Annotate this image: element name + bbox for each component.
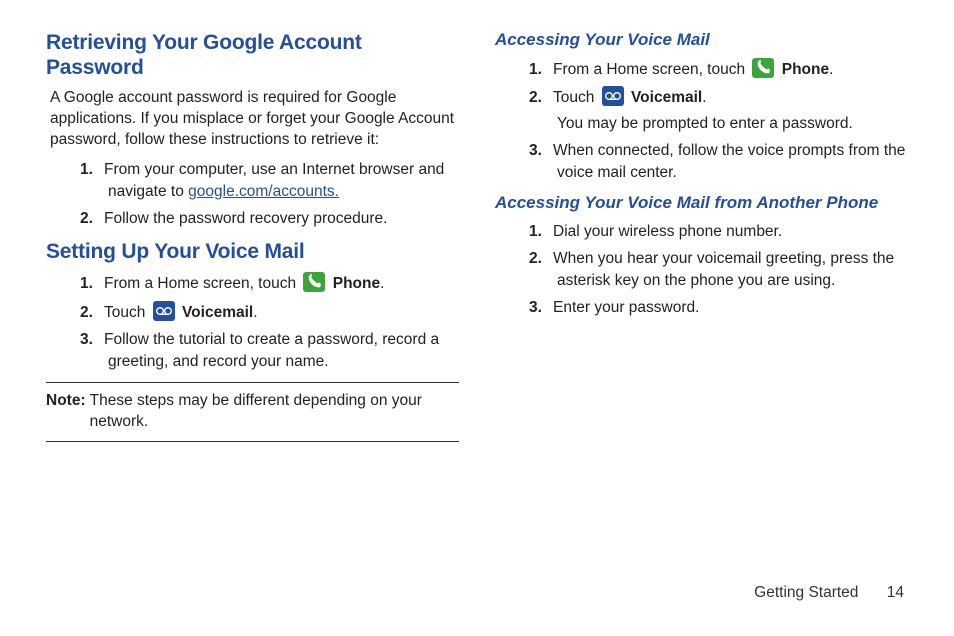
step-extra-text: You may be prompted to enter a password. [557, 113, 908, 134]
text-fragment: . [702, 89, 706, 106]
right-column: Accessing Your Voice Mail 1.From a Home … [477, 30, 908, 570]
google-step-1: 1.From your computer, use an Internet br… [46, 159, 459, 202]
step-text: Enter your password. [553, 299, 699, 316]
note-label: Note: [46, 391, 90, 433]
step-number: 1. [529, 59, 553, 80]
step-text: Follow the password recovery procedure. [104, 210, 387, 227]
text-fragment: From a Home screen, touch [104, 275, 300, 292]
heading-access-voicemail: Accessing Your Voice Mail [495, 30, 908, 50]
step-number: 2. [80, 302, 104, 323]
heading-google-password: Retrieving Your Google Account Password [46, 30, 459, 80]
access-vm-step-2: 2.Touch Voicemail. You may be prompted t… [495, 86, 908, 134]
step-number: 3. [80, 329, 104, 350]
step-number: 2. [529, 248, 553, 269]
step-text: From a Home screen, touch Phone. [553, 61, 833, 78]
phone-icon [752, 58, 774, 78]
label-voicemail: Voicemail [631, 89, 702, 106]
heading-setup-voicemail: Setting Up Your Voice Mail [46, 239, 459, 264]
text-fragment: Touch [553, 89, 599, 106]
step-text: Dial your wireless phone number. [553, 223, 782, 240]
voicemail-icon [602, 86, 624, 106]
step-text: Follow the tutorial to create a password… [104, 331, 439, 369]
label-phone: Phone [333, 275, 380, 292]
page-footer: Getting Started 14 [754, 584, 904, 602]
step-number: 2. [529, 87, 553, 108]
footer-page-number: 14 [887, 584, 904, 602]
step-text: When you hear your voicemail greeting, p… [553, 250, 894, 288]
google-step-2: 2.Follow the password recovery procedure… [46, 208, 459, 229]
step-number: 2. [80, 208, 104, 229]
step-number: 3. [529, 140, 553, 161]
step-number: 1. [80, 273, 104, 294]
step-number: 1. [80, 159, 104, 180]
list-google-steps: 1.From your computer, use an Internet br… [46, 159, 459, 229]
left-column: Retrieving Your Google Account Password … [46, 30, 477, 570]
setup-vm-step-1: 1.From a Home screen, touch Phone. [46, 272, 459, 294]
step-text: From your computer, use an Internet brow… [104, 161, 444, 199]
step-number: 3. [529, 297, 553, 318]
note-block: Note: These steps may be different depen… [46, 382, 459, 442]
access-vm-step-3: 3.When connected, follow the voice promp… [495, 140, 908, 183]
footer-section: Getting Started [754, 584, 858, 601]
list-setup-vm: 1.From a Home screen, touch Phone. 2.Tou… [46, 272, 459, 372]
step-number: 1. [529, 221, 553, 242]
text-fragment: From a Home screen, touch [553, 61, 749, 78]
link-google-accounts[interactable]: google.com/accounts. [188, 183, 339, 200]
label-voicemail: Voicemail [182, 304, 253, 321]
label-phone: Phone [782, 61, 829, 78]
setup-vm-step-3: 3.Follow the tutorial to create a passwo… [46, 329, 459, 372]
other-step-1: 1.Dial your wireless phone number. [495, 221, 908, 242]
phone-icon [303, 272, 325, 292]
text-fragment: . [380, 275, 384, 292]
other-step-2: 2.When you hear your voicemail greeting,… [495, 248, 908, 291]
other-step-3: 3.Enter your password. [495, 297, 908, 318]
setup-vm-step-2: 2.Touch Voicemail. [46, 301, 459, 323]
list-access-vm: 1.From a Home screen, touch Phone. 2.Tou… [495, 58, 908, 183]
page-body: Retrieving Your Google Account Password … [0, 0, 954, 570]
heading-access-other-phone: Accessing Your Voice Mail from Another P… [495, 193, 908, 213]
note-text: These steps may be different depending o… [90, 391, 459, 433]
list-other-phone: 1.Dial your wireless phone number. 2.Whe… [495, 221, 908, 319]
step-text: When connected, follow the voice prompts… [553, 142, 905, 180]
step-text: Touch Voicemail. [104, 304, 258, 321]
text-fragment: Touch [104, 304, 150, 321]
access-vm-step-1: 1.From a Home screen, touch Phone. [495, 58, 908, 80]
voicemail-icon [153, 301, 175, 321]
text-fragment: . [253, 304, 257, 321]
step-text: Touch Voicemail. [553, 89, 707, 106]
para-google-intro: A Google account password is required fo… [50, 88, 459, 151]
step-text: From a Home screen, touch Phone. [104, 275, 384, 292]
text-fragment: . [829, 61, 833, 78]
